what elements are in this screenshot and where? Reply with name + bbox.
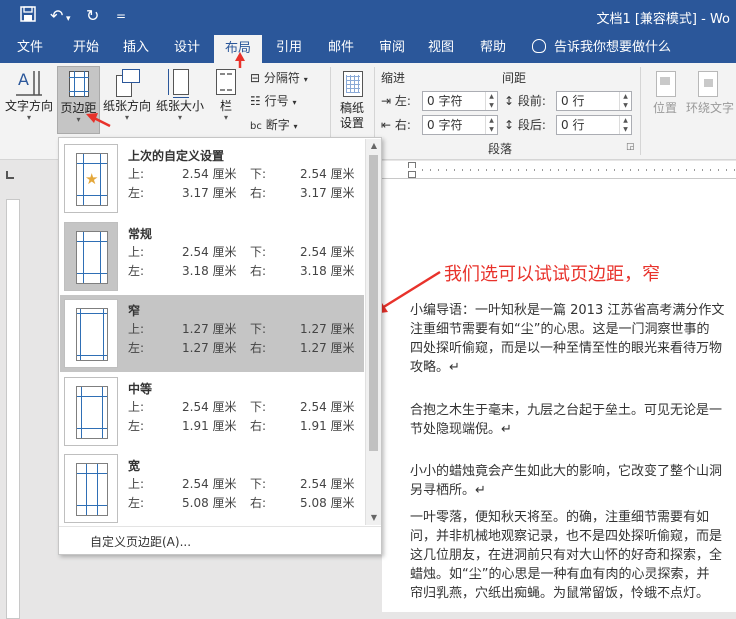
label-right: 右: [250, 341, 267, 355]
margin-option-normal[interactable]: 常规 上: 2.54 厘米 下: 2.54 厘米 左: 3.18 厘米 右: 3… [60, 218, 364, 295]
label-right: 右: [250, 264, 267, 278]
value-bottom: 2.54 厘米 [300, 477, 355, 491]
value-bottom: 2.54 厘米 [300, 400, 355, 414]
value-right: 1.91 厘米 [300, 419, 355, 433]
margin-option-wide[interactable]: 宽 上: 2.54 厘米 下: 2.54 厘米 左: 5.08 厘米 右: 5.… [60, 450, 364, 527]
value-top: 2.54 厘米 [182, 245, 237, 259]
gallery-scrollbar[interactable]: ▲ ▼ [365, 139, 381, 525]
page-preview-icon [64, 454, 118, 523]
value-left: 1.91 厘米 [182, 419, 237, 433]
value-right: 5.08 厘米 [300, 496, 355, 510]
margin-option-moderate[interactable]: 中等 上: 2.54 厘米 下: 2.54 厘米 左: 1.91 厘米 右: 1… [60, 373, 364, 450]
margin-option-name: 上次的自定义设置 [128, 149, 225, 163]
label-bottom: 下: [250, 400, 267, 414]
margin-option-name: 中等 [128, 382, 153, 396]
margin-option-name: 宽 [128, 459, 141, 473]
label-right: 右: [250, 496, 267, 510]
scrollbar-thumb[interactable] [369, 155, 378, 451]
page-preview-icon [64, 299, 118, 368]
label-bottom: 下: [250, 322, 267, 336]
star-icon: ★ [85, 170, 99, 188]
value-bottom: 2.54 厘米 [300, 167, 355, 181]
value-left: 3.17 厘米 [182, 186, 237, 200]
label-left: 左: [128, 186, 145, 200]
label-bottom: 下: [250, 245, 267, 259]
label-top: 上: [128, 167, 145, 181]
value-bottom: 2.54 厘米 [300, 245, 355, 259]
label-left: 左: [128, 264, 145, 278]
page-preview-icon [64, 377, 118, 446]
label-bottom: 下: [250, 477, 267, 491]
label-right: 右: [250, 419, 267, 433]
value-top: 2.54 厘米 [182, 400, 237, 414]
page-preview-icon: ★ [64, 144, 118, 213]
value-right: 3.17 厘米 [300, 186, 355, 200]
label-right: 右: [250, 186, 267, 200]
value-left: 5.08 厘米 [182, 496, 237, 510]
label-top: 上: [128, 400, 145, 414]
margins-gallery: ★ 上次的自定义设置 上: 2.54 厘米 下: 2.54 厘米 左: 3.17… [58, 137, 382, 555]
value-right: 1.27 厘米 [300, 341, 355, 355]
value-bottom: 1.27 厘米 [300, 322, 355, 336]
page-preview-icon [64, 222, 118, 291]
label-top: 上: [128, 477, 145, 491]
value-left: 1.27 厘米 [182, 341, 237, 355]
margin-option-last-custom[interactable]: ★ 上次的自定义设置 上: 2.54 厘米 下: 2.54 厘米 左: 3.17… [60, 140, 364, 217]
margin-option-narrow[interactable]: 窄 上: 1.27 厘米 下: 1.27 厘米 左: 1.27 厘米 右: 1.… [60, 295, 364, 372]
label-top: 上: [128, 245, 145, 259]
value-left: 3.18 厘米 [182, 264, 237, 278]
value-top: 2.54 厘米 [182, 167, 237, 181]
value-top: 2.54 厘米 [182, 477, 237, 491]
label-top: 上: [128, 322, 145, 336]
value-right: 3.18 厘米 [300, 264, 355, 278]
scroll-up-icon[interactable]: ▲ [366, 139, 382, 153]
label-left: 左: [128, 419, 145, 433]
value-top: 1.27 厘米 [182, 322, 237, 336]
scroll-down-icon[interactable]: ▼ [366, 511, 382, 525]
custom-margins-item[interactable]: 自定义页边距(A)... [59, 526, 381, 554]
margin-option-name: 窄 [128, 304, 141, 318]
label-bottom: 下: [250, 167, 267, 181]
custom-margins-label: 自定义页边距(A)... [90, 535, 192, 549]
label-left: 左: [128, 496, 145, 510]
label-left: 左: [128, 341, 145, 355]
margin-option-name: 常规 [128, 227, 153, 241]
